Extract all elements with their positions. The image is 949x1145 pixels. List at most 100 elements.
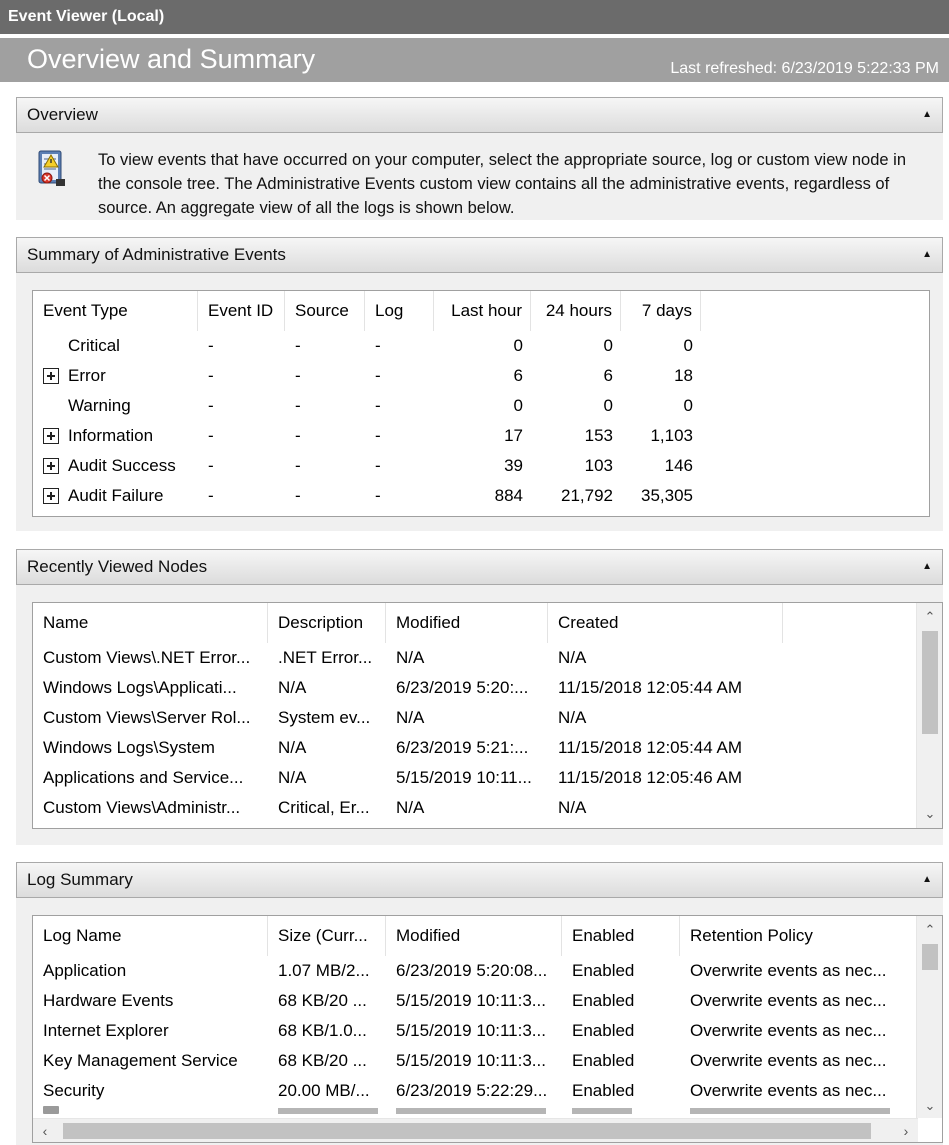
column-header-description[interactable]: Description	[268, 603, 386, 643]
scrollbar-thumb[interactable]	[922, 944, 938, 970]
column-header-size[interactable]: Size (Curr...	[268, 916, 386, 956]
log-summary-section-body: Log Name Size (Curr... Modified Enabled …	[16, 898, 943, 1145]
log-enabled-cell: Enabled	[572, 961, 635, 980]
column-header-event-id[interactable]: Event ID	[198, 291, 285, 331]
column-header-retention-policy[interactable]: Retention Policy	[680, 916, 918, 956]
expand-icon[interactable]	[43, 428, 59, 444]
24-hours-cell: 21,792	[561, 486, 613, 505]
scroll-down-icon[interactable]: ⌄	[917, 802, 942, 826]
column-header-modified[interactable]: Modified	[386, 603, 548, 643]
log-table-header: Log Name Size (Curr... Modified Enabled …	[33, 916, 918, 956]
event-type-cell: Warning	[68, 396, 131, 415]
summary-row-audit-success[interactable]: Audit Success - - -39 103 146	[33, 451, 929, 481]
node-modified-cell: 5/15/2019 10:11...	[396, 768, 532, 787]
overview-section-body: To view events that have occurred on you…	[16, 133, 943, 220]
log-summary-section-header[interactable]: Log Summary ▲	[16, 862, 943, 898]
column-header-created[interactable]: Created	[548, 603, 783, 643]
log-horizontal-scrollbar[interactable]: ‹ ›	[33, 1118, 918, 1142]
node-name-cell: Applications and Service...	[43, 768, 244, 787]
log-row[interactable]: Key Management Service 68 KB/20 ... 5/15/2…	[33, 1046, 918, 1076]
scroll-up-icon[interactable]: ⌃	[917, 605, 942, 629]
page-title: Overview and Summary	[27, 44, 316, 74]
summary-row-warning[interactable]: Warning - - - 0 0 0	[33, 391, 929, 421]
scrollbar-thumb[interactable]	[63, 1123, 871, 1139]
log-row[interactable]: Application 1.07 MB/2... 6/23/2019 5:20:08…	[33, 956, 918, 986]
event-id-cell: -	[208, 456, 214, 475]
column-header-enabled[interactable]: Enabled	[562, 916, 680, 956]
node-modified-cell: 6/23/2019 5:21:...	[396, 738, 529, 757]
node-created-cell: 11/15/2018 12:05:46 AM	[558, 768, 743, 787]
scroll-up-icon[interactable]: ⌃	[917, 918, 942, 942]
collapse-icon[interactable]: ▲	[922, 98, 932, 132]
recent-section-body: Name Description Modified Created Custom…	[16, 585, 943, 845]
column-header-7-days[interactable]: 7 days	[621, 291, 701, 331]
recent-node-row[interactable]: Windows Logs\Applicati... N/A 6/23/2019 5:…	[33, 673, 918, 703]
column-header-modified[interactable]: Modified	[386, 916, 562, 956]
24-hours-cell: 6	[603, 366, 613, 385]
expand-icon[interactable]	[43, 368, 59, 384]
summary-row-information[interactable]: Information - - -17 153 1,103	[33, 421, 929, 451]
column-header-log-name[interactable]: Log Name	[33, 916, 268, 956]
node-description-cell: System ev...	[278, 708, 371, 727]
log-row[interactable]: Hardware Events 68 KB/20 ... 5/15/2019 10:…	[33, 986, 918, 1016]
7-days-cell: 0	[683, 396, 693, 415]
log-vertical-scrollbar[interactable]: ⌃ ⌄	[916, 916, 942, 1118]
column-header-source[interactable]: Source	[285, 291, 365, 331]
recent-vertical-scrollbar[interactable]: ⌃ ⌄	[916, 603, 942, 828]
summary-row-critical[interactable]: Critical - - - 0 0 0	[33, 331, 929, 361]
scrollbar-thumb[interactable]	[922, 631, 938, 734]
log-cell: -	[375, 486, 381, 505]
recent-node-row[interactable]: Windows Logs\System N/A 6/23/2019 5:21:...…	[33, 733, 918, 763]
column-header-log[interactable]: Log	[365, 291, 434, 331]
event-id-cell: -	[208, 366, 214, 385]
node-name-cell: Windows Logs\Applicati...	[43, 678, 237, 697]
summary-section-header[interactable]: Summary of Administrative Events ▲	[16, 237, 943, 273]
source-cell: -	[295, 366, 301, 385]
node-created-cell: N/A	[558, 648, 587, 667]
collapse-icon[interactable]: ▲	[922, 550, 932, 584]
source-cell: -	[295, 396, 301, 415]
7-days-cell: 35,305	[641, 486, 693, 505]
log-row[interactable]: Internet Explorer 68 KB/1.0... 5/15/2019 1…	[33, 1016, 918, 1046]
last-hour-cell: 884	[494, 486, 523, 505]
event-log-icon	[36, 149, 66, 191]
event-type-cell: Critical	[68, 336, 120, 355]
recent-node-row[interactable]: Custom Views\Administr... Critical, Er...…	[33, 793, 918, 823]
log-cell: -	[375, 336, 381, 355]
event-id-cell: -	[208, 486, 214, 505]
collapse-icon[interactable]: ▲	[922, 863, 932, 897]
summary-row-audit-failure[interactable]: Audit Failure - - -884 21,792 35,305	[33, 481, 929, 511]
recent-node-row[interactable]: Applications and Service... N/A 5/15/2019 …	[33, 763, 918, 793]
24-hours-cell: 103	[584, 456, 613, 475]
log-row[interactable]: Security 20.00 MB/... 6/23/2019 5:22:29...…	[33, 1076, 918, 1106]
node-description-cell: N/A	[278, 738, 307, 757]
recent-section-header[interactable]: Recently Viewed Nodes ▲	[16, 549, 943, 585]
node-name-cell: Custom Views\Administr...	[43, 798, 241, 817]
log-name-cell: Application	[43, 961, 127, 980]
log-modified-cell: 5/15/2019 10:11:3...	[396, 1021, 546, 1040]
expand-icon[interactable]	[43, 458, 59, 474]
summary-row-error[interactable]: Error - - -6 6 18	[33, 361, 929, 391]
recent-node-row[interactable]: Custom Views\Server Rol... System ev... N/…	[33, 703, 918, 733]
log-modified-cell: 6/23/2019 5:22:29...	[396, 1081, 548, 1100]
log-name-cell: Security	[43, 1081, 105, 1100]
column-header-event-type[interactable]: Event Type	[33, 291, 198, 331]
scroll-down-icon[interactable]: ⌄	[917, 1094, 942, 1118]
summary-table: Event Type Event ID Source Log Last hour…	[32, 290, 930, 517]
scroll-left-icon[interactable]: ‹	[33, 1119, 57, 1142]
summary-section-body: Event Type Event ID Source Log Last hour…	[16, 273, 943, 531]
log-enabled-cell: Enabled	[572, 991, 635, 1010]
log-modified-cell: 5/15/2019 10:11:3...	[396, 1051, 546, 1070]
column-header-name[interactable]: Name	[33, 603, 268, 643]
scroll-right-icon[interactable]: ›	[894, 1119, 918, 1142]
log-name-cell: Hardware Events	[43, 991, 174, 1010]
last-hour-cell: 0	[513, 396, 523, 415]
expand-icon[interactable]	[43, 488, 59, 504]
column-header-last-hour[interactable]: Last hour	[434, 291, 531, 331]
overview-section-header[interactable]: Overview ▲	[16, 97, 943, 133]
column-header-24-hours[interactable]: 24 hours	[531, 291, 621, 331]
recent-node-row[interactable]: Custom Views\.NET Error... .NET Error... N…	[33, 643, 918, 673]
24-hours-cell: 0	[603, 396, 613, 415]
recent-nodes-table: Name Description Modified Created Custom…	[32, 602, 943, 829]
collapse-icon[interactable]: ▲	[922, 238, 932, 272]
